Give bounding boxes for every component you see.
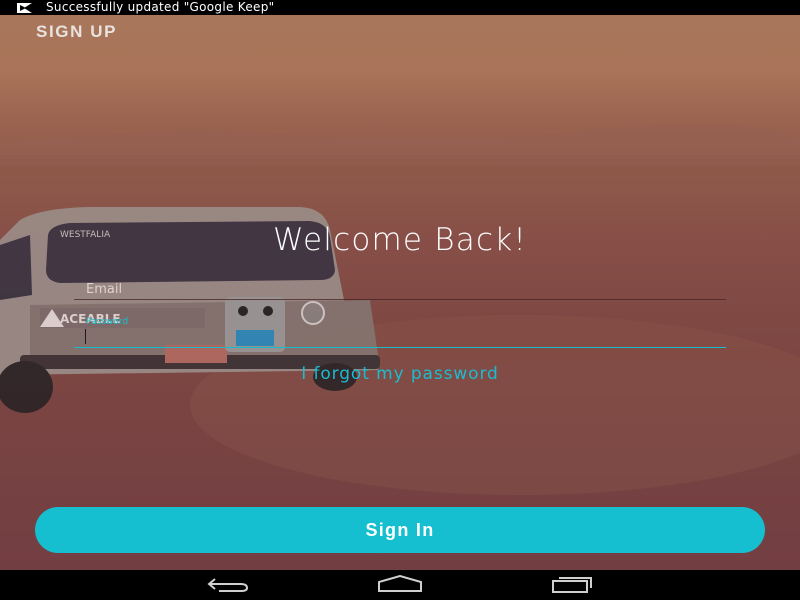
home-icon: [375, 574, 425, 597]
forgot-password-link[interactable]: I forgot my password: [0, 364, 800, 384]
password-label: Password: [86, 317, 129, 327]
email-field-container: [74, 280, 726, 300]
back-icon: [205, 575, 251, 597]
home-button[interactable]: [370, 574, 430, 598]
email-input[interactable]: [74, 280, 726, 300]
welcome-title: Welcome Back!: [273, 222, 527, 258]
navigation-bar: [0, 570, 800, 600]
password-field-container: Password: [74, 316, 726, 348]
update-icon: [16, 2, 34, 14]
sign-up-link[interactable]: SIGN UP: [36, 22, 117, 42]
status-bar: Successfully updated "Google Keep": [0, 0, 800, 15]
password-input[interactable]: [74, 328, 726, 348]
recents-button[interactable]: [542, 574, 602, 598]
status-notification-text: Successfully updated "Google Keep": [46, 0, 275, 14]
back-button[interactable]: [198, 574, 258, 598]
app-screen: ACEABLE WESTFALIA Successfully updated "…: [0, 0, 800, 600]
text-cursor: [85, 329, 86, 344]
sign-in-button[interactable]: Sign In: [35, 507, 765, 553]
recents-icon: [549, 575, 595, 597]
